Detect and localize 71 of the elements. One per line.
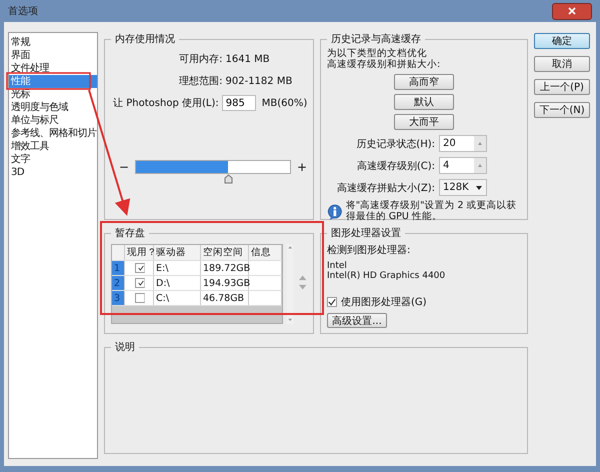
column-header: 驱动器: [154, 245, 201, 260]
close-button[interactable]: [552, 2, 592, 20]
stepper-icon: [477, 141, 483, 146]
checkbox[interactable]: [135, 293, 145, 303]
field-label: 可用内存:: [178, 52, 222, 66]
preset-button[interactable]: 默认: [394, 94, 454, 110]
field-label: 理想范围:: [178, 74, 222, 88]
dialog-button[interactable]: 下一个(N): [534, 102, 590, 118]
table-cell: 189.72GB: [201, 261, 249, 275]
checkbox[interactable]: [135, 278, 145, 288]
stepper-icon: [477, 163, 483, 168]
category-item[interactable]: 光标: [9, 88, 97, 101]
preset-button[interactable]: 大而平: [394, 114, 454, 130]
category-item[interactable]: 常规: [9, 36, 97, 49]
panel-title: 说明: [114, 341, 136, 354]
dialog-button[interactable]: 上一个(P): [534, 79, 590, 95]
field-value: 1641 MB: [226, 54, 271, 64]
panel-title: 暂存盘: [114, 226, 146, 240]
checkbox-label: 使用图形处理器(G): [341, 296, 427, 309]
preset-button[interactable]: 高而窄: [394, 74, 454, 90]
field-label: 历史记录状态(H):: [356, 138, 435, 150]
category-item[interactable]: 透明度与色域: [9, 101, 97, 114]
advanced-settings-button[interactable]: 高级设置...: [327, 313, 387, 328]
checkbox[interactable]: [327, 297, 337, 307]
dialog-button[interactable]: 确定: [534, 33, 590, 49]
number-field[interactable]: 20: [439, 135, 487, 152]
column-header: 现用？: [125, 245, 154, 260]
table-cell: D:\: [154, 276, 201, 290]
category-item[interactable]: 性能: [9, 75, 97, 88]
column-header: 空闲空间: [201, 245, 249, 260]
description-text: 高速缓存级别和拼贴大小:: [327, 59, 442, 70]
caret-icon: [476, 186, 482, 190]
number-field[interactable]: 4: [439, 157, 487, 174]
category-item[interactable]: 单位与标尺: [9, 114, 97, 127]
panel-title: 图形处理器设置: [330, 226, 402, 240]
slider-thumb[interactable]: [224, 174, 234, 184]
table-cell: 46.78GB: [201, 291, 249, 305]
field-label: 高速缓存级别(C):: [356, 160, 435, 172]
dropdown[interactable]: 128K: [439, 179, 487, 196]
column-header: 信息: [249, 245, 282, 260]
plus-sign: +: [296, 160, 307, 174]
field-value: 902-1182 MB: [226, 76, 294, 86]
panel-title: 历史记录与高速缓存: [330, 32, 422, 46]
table-cell: 194.93GB: [201, 276, 249, 290]
minus-sign: −: [119, 160, 130, 174]
row-number: 3: [112, 291, 125, 305]
checkbox[interactable]: [135, 263, 145, 273]
category-item[interactable]: 参考线、网格和切片: [9, 127, 97, 140]
gpu-vendor: Intel: [327, 261, 348, 271]
unit-label: MB(60%): [262, 98, 308, 108]
info-text: 将"高速缓存级别"设置为 2 或更高以获得最佳的 GPU 性能。: [346, 200, 518, 222]
table-cell: C:\: [154, 291, 201, 305]
category-item[interactable]: 增效工具: [9, 140, 97, 153]
category-item[interactable]: 界面: [9, 49, 97, 62]
memory-field[interactable]: 985: [222, 95, 256, 111]
reorder-arrows-icon: [298, 274, 307, 291]
description-text: 为以下类型的文档优化: [327, 48, 428, 59]
dialog-button[interactable]: 取消: [534, 56, 590, 72]
panel-title: 内存使用情况: [114, 32, 176, 46]
field-label: 高速缓存拼贴大小(Z):: [336, 182, 435, 194]
close-icon: [566, 6, 578, 16]
row-number: 2: [112, 276, 125, 290]
field-label: 让 Photoshop 使用(L):: [112, 96, 219, 110]
category-item[interactable]: 文件处理: [9, 62, 97, 75]
category-item[interactable]: 3D: [9, 166, 97, 179]
table-cell: E:\: [154, 261, 201, 275]
row-number: 1: [112, 261, 125, 275]
detected-label: 检测到图形处理器:: [327, 244, 412, 257]
window-title: 首选项: [8, 4, 38, 18]
category-item[interactable]: 文字: [9, 153, 97, 166]
gpu-model: Intel(R) HD Graphics 4400: [327, 271, 446, 281]
